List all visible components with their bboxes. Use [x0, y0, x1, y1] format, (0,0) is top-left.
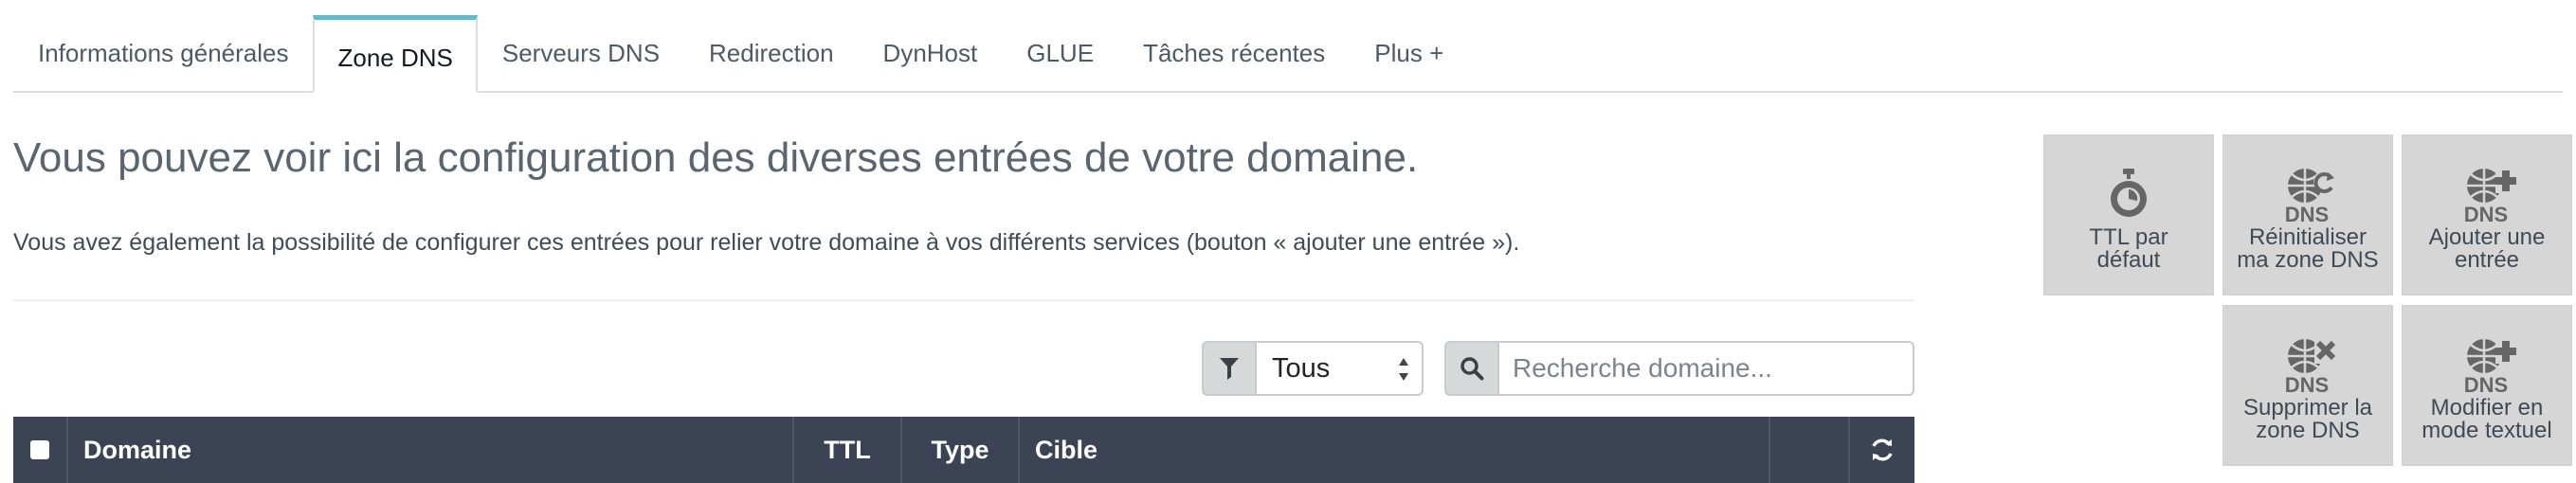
reset-dns-zone-label: Réinitialiser ma zone DNS — [2237, 224, 2379, 273]
dns-edit-icon: DNS — [2449, 334, 2525, 395]
tab-more[interactable]: Plus + — [1350, 15, 1468, 91]
tab-dynhost[interactable]: DynHost — [859, 15, 1003, 91]
tab-glue[interactable]: GLUE — [1002, 15, 1118, 91]
column-ttl[interactable]: TTL — [794, 417, 902, 483]
edit-text-mode-button[interactable]: DNS Modifier en mode textuel — [2402, 305, 2572, 466]
tab-dns-servers[interactable]: Serveurs DNS — [478, 15, 684, 91]
search-icon — [1444, 341, 1497, 396]
add-entry-label: Ajouter une entrée — [2428, 224, 2546, 273]
filter-icon — [1202, 341, 1255, 396]
add-entry-button[interactable]: DNS Ajouter une entrée — [2402, 134, 2572, 295]
select-all-cell — [13, 417, 68, 483]
tab-general-info[interactable]: Informations générales — [13, 15, 313, 91]
svg-text:DNS: DNS — [2464, 373, 2508, 394]
stopwatch-icon — [2091, 164, 2167, 224]
type-filter: Tous — [1202, 341, 1424, 396]
refresh-icon — [1872, 438, 1893, 461]
divider — [13, 299, 1914, 301]
column-actions — [1770, 417, 1850, 483]
search-input[interactable] — [1497, 341, 1914, 396]
default-ttl-button[interactable]: TTL par défaut — [2043, 134, 2214, 295]
svg-text:DNS: DNS — [2285, 203, 2329, 224]
reset-dns-zone-button[interactable]: DNS Réinitialiser ma zone DNS — [2222, 134, 2393, 295]
search-box — [1444, 341, 1914, 396]
type-filter-value: Tous — [1272, 352, 1331, 384]
svg-text:DNS: DNS — [2464, 203, 2508, 224]
edit-text-mode-label: Modifier en mode textuel — [2422, 395, 2552, 443]
dns-reset-icon: DNS — [2270, 164, 2346, 224]
default-ttl-label: TTL par défaut — [2089, 224, 2168, 273]
delete-dns-zone-label: Supprimer la zone DNS — [2242, 395, 2373, 443]
dns-delete-icon: DNS — [2270, 334, 2346, 395]
dns-add-icon: DNS — [2449, 164, 2525, 224]
delete-dns-zone-button[interactable]: DNS Supprimer la zone DNS — [2222, 305, 2393, 466]
tab-dns-zone[interactable]: Zone DNS — [313, 15, 478, 93]
column-domain[interactable]: Domaine — [68, 417, 794, 483]
select-all-checkbox[interactable] — [30, 440, 49, 459]
tab-bar: Informations générales Zone DNS Serveurs… — [13, 15, 2563, 93]
tab-redirection[interactable]: Redirection — [684, 15, 859, 91]
records-table-header: Domaine TTL Type Cible — [13, 417, 1914, 483]
page-title: Vous pouvez voir ici la configuration de… — [13, 134, 1419, 181]
refresh-button[interactable] — [1850, 417, 1914, 483]
type-filter-select[interactable]: Tous — [1255, 341, 1424, 396]
tab-recent-tasks[interactable]: Tâches récentes — [1118, 15, 1350, 91]
svg-text:DNS: DNS — [2285, 373, 2329, 394]
column-type[interactable]: Type — [902, 417, 1020, 483]
select-arrows-icon — [1399, 358, 1408, 381]
page-description: Vous avez également la possibilité de co… — [13, 229, 1520, 256]
column-target[interactable]: Cible — [1020, 417, 1770, 483]
